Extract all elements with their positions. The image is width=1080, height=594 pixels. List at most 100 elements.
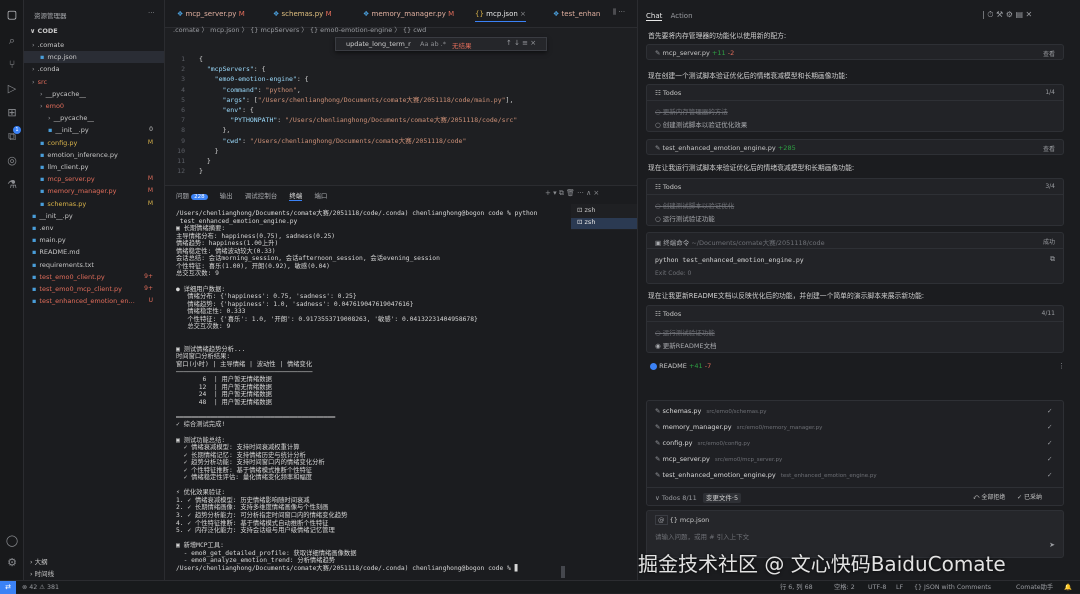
- files-icon[interactable]: ▢: [5, 8, 19, 22]
- explorer-item[interactable]: ▪ schemas.py M: [24, 198, 164, 210]
- file-change-card[interactable]: ✎ mcp_server.py +11 -2 查看: [646, 44, 1064, 60]
- changed-file-row[interactable]: ✎ test_enhanced_emotion_engine.py test_en…: [655, 471, 1055, 479]
- language-mode[interactable]: {} JSON with Comments: [914, 581, 991, 594]
- changed-file-row[interactable]: ✎ memory_manager.py src/emo0/memory_manag…: [655, 423, 1055, 431]
- code-line[interactable]: 2 "mcpServers": {: [165, 64, 637, 74]
- globe-icon[interactable]: ◎: [5, 154, 19, 168]
- code-line[interactable]: 3 "emo0-emotion-engine": {: [165, 74, 637, 84]
- changed-file-path: src/emo0/schemas.py: [706, 409, 767, 415]
- changed-file-name: memory_manager.py: [662, 423, 732, 431]
- encoding[interactable]: UTF-8: [868, 581, 886, 594]
- chat-input-placeholder[interactable]: 请输入问题，或用 # 引入上下文: [655, 531, 749, 541]
- beaker-icon[interactable]: ⚗: [5, 178, 19, 192]
- changed-file-row[interactable]: ✎ schemas.py src/emo0/schemas.py ✓: [655, 407, 1055, 415]
- view-button[interactable]: 查看: [1043, 49, 1055, 58]
- explorer-item[interactable]: › emo0: [24, 100, 164, 112]
- explorer-item[interactable]: › __pycache__: [24, 112, 164, 124]
- comate-status[interactable]: Comate助手: [1016, 581, 1053, 594]
- tab-test-enhanced[interactable]: ❖ test_enhan: [553, 6, 600, 22]
- panel-tab-debug[interactable]: 调试控制台: [245, 192, 278, 200]
- explorer-item[interactable]: ▪ main.py: [24, 234, 164, 246]
- view-button[interactable]: 查看: [1043, 144, 1055, 153]
- summary-todos[interactable]: ∨ Todos 8/11 变更文件·5: [655, 492, 742, 503]
- explorer-item[interactable]: ▪ emotion_inference.py: [24, 149, 164, 161]
- explorer-item[interactable]: ▪ __init__.py 0: [24, 124, 164, 136]
- at-mention-icon[interactable]: @: [655, 515, 668, 525]
- explorer-item[interactable]: ▪ test_emo0_mcp_client.py 9+: [24, 283, 164, 295]
- eol[interactable]: LF: [896, 581, 903, 594]
- panel-tab-problems[interactable]: 问题: [176, 192, 189, 200]
- close-icon[interactable]: ×: [520, 10, 526, 18]
- code-line[interactable]: 10 }: [165, 146, 637, 156]
- explorer-item[interactable]: ▪ mcp.json: [24, 51, 164, 64]
- outline-section[interactable]: › 大纲: [30, 556, 48, 566]
- code-line[interactable]: 12}: [165, 166, 637, 176]
- explorer-item[interactable]: › __pycache__: [24, 88, 164, 100]
- changed-file-row[interactable]: ✎ config.py src/emo0/config.py ✓: [655, 439, 1055, 447]
- account-icon[interactable]: ◯: [5, 534, 19, 548]
- explorer-item[interactable]: ▪ test_enhanced_emotion_en... U: [24, 295, 164, 307]
- explorer-item[interactable]: › .conda: [24, 63, 164, 75]
- file-edit-icon: ✎: [655, 455, 663, 463]
- problems-indicator[interactable]: ⊗ 42 ⚠ 381: [22, 581, 59, 594]
- code-line[interactable]: 7 "PYTHONPATH": "/Users/chenlianghong/Do…: [165, 115, 637, 125]
- timeline-section[interactable]: › 时间线: [30, 568, 54, 578]
- bell-icon[interactable]: 🔔: [1064, 581, 1072, 594]
- cursor-position[interactable]: 行 6, 列 68: [780, 581, 813, 594]
- find-input[interactable]: update_long_term_r: [346, 40, 411, 48]
- explorer-item[interactable]: ▪ README.md: [24, 246, 164, 258]
- source-control-icon[interactable]: ⑂: [5, 58, 19, 72]
- panel-tab-terminal[interactable]: 终端: [289, 192, 303, 201]
- tab-mcp-json[interactable]: {} mcp.json ×: [475, 6, 526, 22]
- copy-icon[interactable]: ⧉: [1050, 255, 1055, 264]
- explorer-item[interactable]: ▪ llm_client.py: [24, 161, 164, 173]
- code-line[interactable]: 11 }: [165, 156, 637, 166]
- tab-mcp-server[interactable]: ❖ mcp_server.py M: [177, 6, 245, 22]
- tab-chat[interactable]: Chat: [646, 12, 663, 21]
- panel-actions-icon[interactable]: + ▾ ⧉ 🗑 ··· ∧ ×: [545, 189, 599, 198]
- terminal-scrollbar[interactable]: [561, 566, 565, 578]
- chat-toolbar-icon[interactable]: | ⏱ ⚒ ⚙ ▤ ✕: [982, 10, 1032, 20]
- explorer-item[interactable]: ▪ config.py M: [24, 137, 164, 149]
- explorer-item[interactable]: › .comate: [24, 39, 164, 51]
- panel-tab-output[interactable]: 输出: [220, 192, 233, 200]
- explorer-item[interactable]: › src: [24, 76, 164, 88]
- search-icon[interactable]: ⌕: [5, 34, 19, 48]
- explorer-item[interactable]: ▪ mcp_server.py M: [24, 173, 164, 185]
- readme-edit-row[interactable]: README +41 -7: [650, 362, 711, 370]
- more-icon[interactable]: ···: [148, 9, 155, 17]
- code-line[interactable]: 8 },: [165, 125, 637, 135]
- code-line[interactable]: 9 "cwd": "/Users/chenlianghong/Documents…: [165, 136, 637, 146]
- shell-item-active[interactable]: ⊡ zsh: [571, 218, 637, 229]
- explorer-item[interactable]: ▪ memory_manager.py M: [24, 185, 164, 197]
- code-line[interactable]: 4 "command": "python",: [165, 85, 637, 95]
- run-debug-icon[interactable]: ▷: [5, 82, 19, 96]
- indent-setting[interactable]: 空格: 2: [834, 581, 855, 594]
- find-nav-icon[interactable]: ↑ ↓ ≡ ×: [506, 39, 536, 47]
- reject-all-button[interactable]: ⤺ 全部拒绝: [973, 492, 1005, 502]
- extensions-icon[interactable]: ⊞: [5, 106, 19, 120]
- explorer-item[interactable]: ▪ .env: [24, 222, 164, 234]
- explorer-item[interactable]: ▪ test_emo0_client.py 9+: [24, 271, 164, 283]
- tab-action[interactable]: Action: [671, 12, 693, 20]
- workspace-root[interactable]: ∨ CODE: [30, 27, 58, 35]
- code-line[interactable]: 6 "env": {: [165, 105, 637, 115]
- changed-file-row[interactable]: ✎ mcp_server.py src/emo0/mcp_server.py ✓: [655, 455, 1055, 463]
- code-line[interactable]: 5 "args": ["/Users/chenlianghong/Documen…: [165, 95, 637, 105]
- tab-memory-manager[interactable]: ❖ memory_manager.py M: [363, 6, 454, 22]
- accepted-button[interactable]: ✓ 已采纳: [1017, 492, 1042, 501]
- explorer-item[interactable]: ▪ requirements.txt: [24, 259, 164, 271]
- explorer-item[interactable]: ▪ __init__.py: [24, 210, 164, 222]
- code-line[interactable]: 1{: [165, 54, 637, 64]
- more-icon[interactable]: ⋮: [1058, 362, 1065, 370]
- settings-icon[interactable]: ⚙: [5, 556, 19, 570]
- context-chip[interactable]: {} mcp.json: [670, 516, 710, 524]
- tab-schemas[interactable]: ❖ schemas.py M: [273, 6, 332, 22]
- split-editor-icon[interactable]: ⫼ ···: [613, 8, 625, 17]
- code-token: "command": [222, 85, 258, 94]
- panel-tab-ports[interactable]: 端口: [314, 192, 327, 200]
- file-change-card[interactable]: ✎ test_enhanced_emotion_engine.py +285 查…: [646, 139, 1064, 155]
- shell-item[interactable]: ⊡ zsh: [577, 206, 595, 214]
- find-options-icon[interactable]: Aa ab .*: [420, 40, 446, 48]
- remote-icon[interactable]: ⇄: [0, 581, 16, 594]
